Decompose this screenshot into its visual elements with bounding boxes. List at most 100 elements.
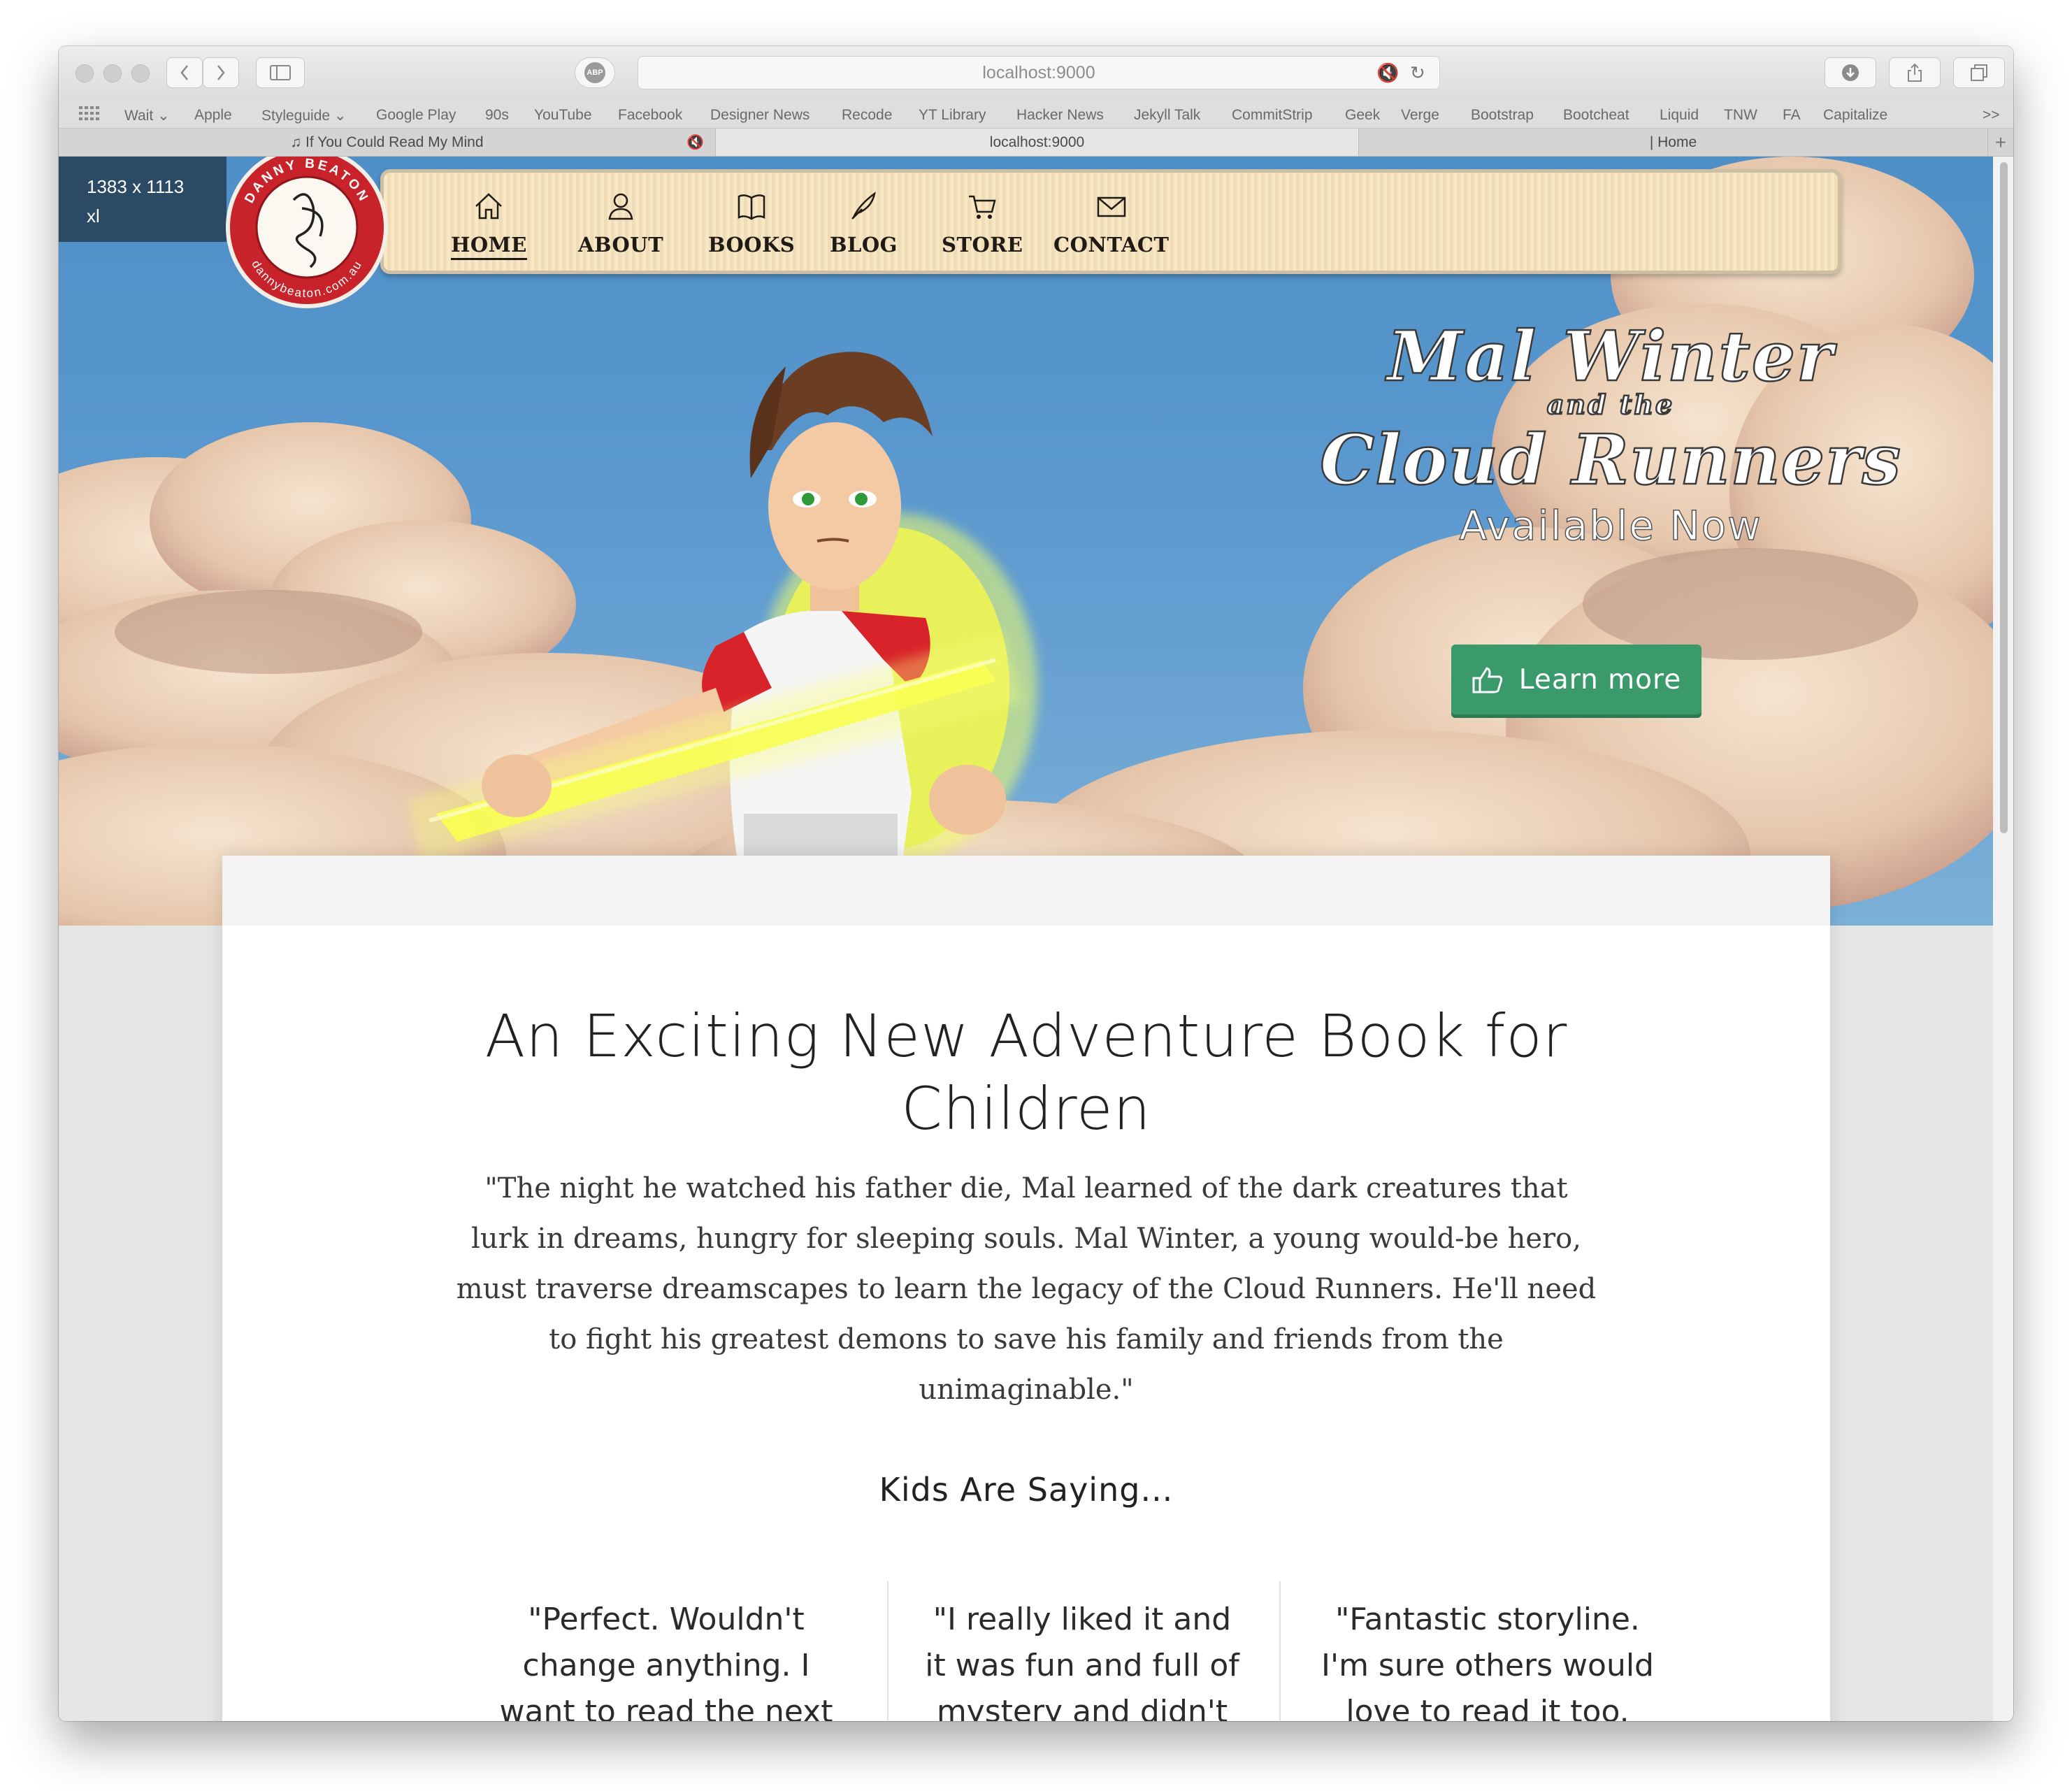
- testimonial-quote: "Fantastic storyline. I'm sure others wo…: [1321, 1602, 1654, 1721]
- reload-icon[interactable]: ↻: [1410, 62, 1425, 84]
- download-icon: [1842, 64, 1859, 81]
- bookmark-designer-news[interactable]: Designer News: [710, 107, 810, 124]
- address-text: localhost:9000: [982, 62, 1095, 82]
- downloads-button[interactable]: [1825, 57, 1876, 88]
- tabs-overview-button[interactable]: [1953, 57, 2005, 88]
- testimonial-quote: "I really liked it and it was fun and fu…: [925, 1602, 1239, 1721]
- bookmark-liquid[interactable]: Liquid: [1660, 107, 1699, 124]
- learn-more-button[interactable]: Learn more: [1451, 645, 1702, 714]
- tab-bar: ♫ If You Could Read My Mind 🔇 localhost:…: [59, 129, 2013, 157]
- main-content: An Exciting New Adventure Book for Child…: [222, 856, 1830, 1721]
- tab-music[interactable]: ♫ If You Could Read My Mind 🔇: [59, 129, 716, 156]
- nav-blog[interactable]: BLOG: [830, 191, 898, 257]
- envelope-icon: [1097, 196, 1125, 217]
- bookmark-wait[interactable]: Wait ⌄: [124, 107, 170, 124]
- bookmark-apple[interactable]: Apple: [194, 107, 232, 124]
- hero-title-line1: Mal Winter: [1385, 317, 1837, 397]
- tab-label: ♫ If You Could Read My Mind: [290, 134, 484, 150]
- scrollbar-thumb[interactable]: [2000, 162, 2008, 833]
- tab-home[interactable]: | Home: [1359, 129, 1988, 156]
- share-button[interactable]: [1889, 57, 1941, 88]
- quill-icon: [851, 192, 877, 220]
- bookmark-facebook[interactable]: Facebook: [618, 107, 682, 124]
- zoom-window-button[interactable]: [131, 64, 150, 82]
- home-icon: [475, 193, 503, 220]
- nav-store-label: STORE: [942, 233, 1023, 257]
- bookmark-youtube[interactable]: YouTube: [534, 107, 592, 124]
- user-icon: [608, 193, 633, 220]
- browser-window: ABP localhost:9000 🔇 ↻ Wait ⌄ Apple Styl…: [59, 46, 2013, 1721]
- hero-banner: 1383 x 1113 xl HOME ABOUT BOOKS BLOG STO…: [59, 157, 1993, 926]
- nav-about-label: ABOUT: [578, 233, 664, 257]
- bookmark-capitalize[interactable]: Capitalize: [1823, 107, 1887, 124]
- bookmark-commitstrip[interactable]: CommitStrip: [1232, 107, 1313, 124]
- book-blurb: "The night he watched his father die, Ma…: [456, 1172, 1597, 1406]
- bookmark-verge[interactable]: Verge: [1401, 107, 1439, 124]
- tab-label: | Home: [1649, 134, 1697, 150]
- bookmark-yt-library[interactable]: YT Library: [919, 107, 986, 124]
- learn-more-label: Learn more: [1518, 663, 1682, 696]
- nav-home-label: HOME: [451, 233, 527, 260]
- bookmark-styleguide[interactable]: Styleguide ⌄: [261, 107, 347, 124]
- bookmark-google-play[interactable]: Google Play: [376, 107, 456, 124]
- hero-title-line3: Cloud Runners: [1320, 420, 1901, 501]
- site-logo[interactable]: DANNY BEATON dannybeaton.com.au: [224, 157, 390, 310]
- apps-grid-icon[interactable]: [78, 105, 99, 126]
- bookmarks-overflow-button[interactable]: >>: [1983, 107, 2000, 124]
- testimonials-title: Kids Are Saying...: [879, 1471, 1174, 1509]
- tab-label: localhost:9000: [989, 134, 1085, 150]
- adblock-button[interactable]: ABP: [575, 57, 615, 88]
- nav-books[interactable]: BOOKS: [708, 191, 795, 257]
- main-navigation: HOME ABOUT BOOKS BLOG STORE CONTACT: [380, 169, 1841, 274]
- thumbs-up-icon: [1472, 667, 1502, 693]
- book-icon: [738, 194, 765, 220]
- nav-about[interactable]: ABOUT: [578, 191, 663, 257]
- bookmark-bootstrap[interactable]: Bootstrap: [1471, 107, 1534, 124]
- mute-icon[interactable]: 🔇: [1376, 62, 1399, 84]
- browser-toolbar: ABP localhost:9000 🔇 ↻: [59, 46, 2013, 102]
- bookmark-jekyll-talk[interactable]: Jekyll Talk: [1134, 107, 1200, 124]
- nav-contact[interactable]: CONTACT: [1053, 191, 1170, 257]
- bookmark-tnw[interactable]: TNW: [1724, 107, 1757, 124]
- headline-line2: Children: [901, 1074, 1151, 1143]
- share-icon: [1908, 63, 1922, 82]
- new-tab-button[interactable]: +: [1988, 129, 2013, 156]
- bookmark-geek[interactable]: Geek: [1345, 107, 1380, 124]
- viewport-size: 1383 x 1113: [87, 176, 185, 197]
- headline-line1: An Exciting New Adventure Book for: [484, 1002, 1568, 1070]
- close-window-button[interactable]: [75, 64, 94, 82]
- bookmark-90s[interactable]: 90s: [485, 107, 509, 124]
- chevron-right-icon: [217, 65, 225, 80]
- bookmark-bootcheat[interactable]: Bootcheat: [1563, 107, 1629, 124]
- nav-books-label: BOOKS: [708, 233, 796, 257]
- hero-character-illustration: [408, 352, 1037, 898]
- nav-store[interactable]: STORE: [942, 191, 1023, 257]
- sidebar-icon: [270, 65, 291, 80]
- forward-button[interactable]: [203, 57, 239, 88]
- content-top-band: [222, 856, 1830, 926]
- testimonial-quote: "Perfect. Wouldn't change anything. I wa…: [499, 1602, 833, 1721]
- minimize-window-button[interactable]: [103, 64, 122, 82]
- bookmark-fa[interactable]: FA: [1783, 107, 1801, 124]
- bookmark-recode[interactable]: Recode: [842, 107, 892, 124]
- hero-title-line2: and the: [1547, 389, 1674, 420]
- breakpoint-label: xl: [87, 206, 100, 226]
- hero-title: Mal Winter and the Cloud Runners Availab…: [1319, 317, 1901, 548]
- chevron-left-icon: [180, 65, 188, 80]
- viewport-size-indicator: 1383 x 1113 xl: [59, 157, 226, 242]
- mute-icon[interactable]: 🔇: [686, 134, 704, 151]
- bookmarks-bar: Wait ⌄ Apple Styleguide ⌄ Google Play 90…: [59, 102, 2013, 129]
- sidebar-button[interactable]: [256, 57, 305, 88]
- bookmark-hacker-news[interactable]: Hacker News: [1016, 107, 1104, 124]
- testimonial-divider: [887, 1581, 888, 1721]
- address-bar[interactable]: localhost:9000 🔇 ↻: [638, 56, 1440, 89]
- nav-home[interactable]: HOME: [451, 191, 527, 260]
- page-headline: An Exciting New Adventure Book for Child…: [222, 1000, 1830, 1145]
- tabs-icon: [1971, 64, 1987, 81]
- adblock-icon: ABP: [584, 62, 605, 83]
- back-button[interactable]: [166, 57, 203, 88]
- nav-contact-label: CONTACT: [1053, 233, 1170, 257]
- hero-tagline: Available Now: [1459, 502, 1762, 548]
- cart-icon: [969, 195, 996, 219]
- tab-localhost[interactable]: localhost:9000: [716, 129, 1359, 156]
